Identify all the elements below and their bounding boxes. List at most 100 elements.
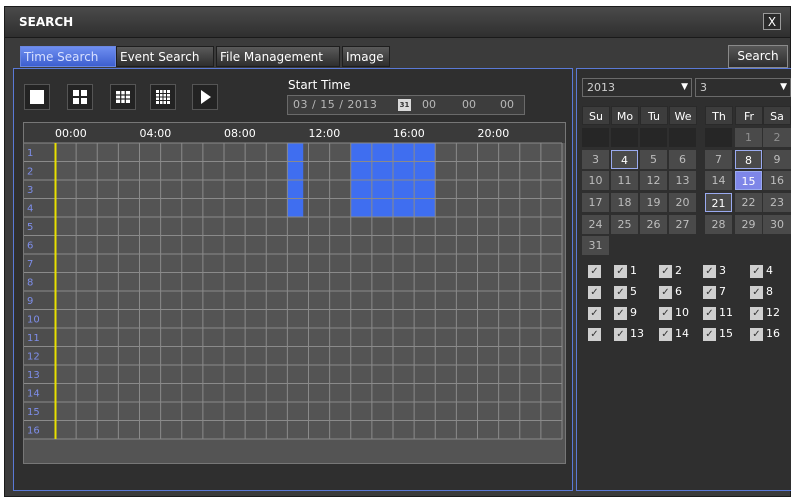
search-button[interactable]: Search xyxy=(728,45,788,68)
nine-view-button[interactable] xyxy=(110,84,136,110)
tab-image[interactable]: Image xyxy=(342,46,390,67)
channel-checkbox[interactable]: ✓ 4 xyxy=(750,263,773,279)
calendar-day[interactable]: 19 xyxy=(640,193,667,212)
timeline-grid[interactable]: 1234567891011121314151600:00 04:00 08:00 12… xyxy=(24,123,565,463)
calendar-day[interactable]: 17 xyxy=(582,193,609,212)
checkmark-icon: ✓ xyxy=(588,306,601,320)
channel-checkbox[interactable]: ✓ 10 xyxy=(659,305,689,321)
channel-checkbox[interactable]: ✓ 11 xyxy=(703,305,733,321)
calendar-day[interactable]: 2 xyxy=(763,128,791,147)
channel-label: 5 xyxy=(27,222,33,233)
calendar-day[interactable]: 1 xyxy=(735,128,762,147)
channel-row-checkbox[interactable]: ✓ xyxy=(588,305,604,321)
calendar-day[interactable]: 27 xyxy=(669,215,696,234)
single-view-button[interactable] xyxy=(24,84,50,110)
time-axis-label: 16:00 xyxy=(393,127,425,140)
channel-checkbox[interactable]: ✓ 16 xyxy=(750,326,780,342)
checkmark-icon: ✓ xyxy=(614,306,627,320)
sixteen-view-button[interactable] xyxy=(150,84,176,110)
calendar-icon[interactable]: 31 xyxy=(398,99,411,111)
checkmark-icon: ✓ xyxy=(659,327,672,341)
calendar-day[interactable]: 5 xyxy=(640,150,667,169)
start-time-field[interactable]: 03 / 15 / 2013 31 00 00 00 xyxy=(287,95,525,115)
calendar-day[interactable]: 12 xyxy=(640,171,667,190)
channel-checkbox[interactable]: ✓ 7 xyxy=(703,284,726,300)
channel-checkbox[interactable]: ✓ 3 xyxy=(703,263,726,279)
calendar-day[interactable]: 30 xyxy=(763,215,791,234)
calendar-day[interactable]: 3 xyxy=(582,150,609,169)
tab-event-search[interactable]: Event Search xyxy=(116,46,214,67)
start-minute-value[interactable]: 00 xyxy=(462,96,476,114)
calendar-empty-cell xyxy=(640,128,667,147)
calendar-day[interactable]: 20 xyxy=(669,193,696,212)
channel-row-checkbox[interactable]: ✓ xyxy=(588,326,604,342)
calendar-day[interactable]: 21 xyxy=(705,193,732,212)
channel-checkbox[interactable]: ✓ 8 xyxy=(750,284,773,300)
channel-checkbox[interactable]: ✓ 15 xyxy=(703,326,733,342)
calendar-day[interactable]: 25 xyxy=(611,215,638,234)
month-select[interactable]: 3 ▼ xyxy=(695,78,791,97)
channel-checkbox[interactable]: ✓ 9 xyxy=(614,305,637,321)
channel-checkbox[interactable]: ✓ 6 xyxy=(659,284,682,300)
calendar-day[interactable]: 16 xyxy=(763,171,791,190)
weekday-header: We xyxy=(669,106,697,125)
calendar-day[interactable]: 4 xyxy=(611,150,638,169)
calendar-day[interactable]: 31 xyxy=(582,236,609,255)
calendar-day[interactable]: 29 xyxy=(735,215,762,234)
checkmark-icon: ✓ xyxy=(703,285,716,299)
calendar-day[interactable]: 26 xyxy=(640,215,667,234)
calendar-day[interactable]: 23 xyxy=(763,193,791,212)
recording-timeline[interactable]: 1 2 3 4 5 6 7 8 9 10 11 12 13 14 15 16 00:00 04:00 08:00 12… xyxy=(23,122,566,464)
tab-time-search[interactable]: Time Search xyxy=(20,46,116,67)
play-button[interactable] xyxy=(192,84,218,110)
year-select[interactable]: 2013 ▼ xyxy=(582,78,692,97)
channel-checkbox[interactable]: ✓ 12 xyxy=(750,305,780,321)
calendar-day[interactable]: 18 xyxy=(611,193,638,212)
channel-checkbox-label: 9 xyxy=(630,306,637,319)
checkmark-icon: ✓ xyxy=(588,264,601,278)
calendar-day[interactable]: 14 xyxy=(705,171,732,190)
calendar-day[interactable]: 6 xyxy=(669,150,696,169)
weekday-header: Su xyxy=(582,106,610,125)
start-second-value[interactable]: 00 xyxy=(500,96,514,114)
checkmark-icon: ✓ xyxy=(614,327,627,341)
channel-label: 4 xyxy=(27,204,33,215)
calendar-day[interactable]: 28 xyxy=(705,215,732,234)
start-time-label: Start Time xyxy=(288,78,351,92)
channel-checkbox-label: 16 xyxy=(766,327,780,340)
checkmark-icon: ✓ xyxy=(750,327,763,341)
calendar-day[interactable]: 8 xyxy=(735,150,762,169)
start-date-value[interactable]: 03 / 15 / 2013 xyxy=(293,96,377,114)
quad-view-button[interactable] xyxy=(67,84,93,110)
channel-checkbox-label: 11 xyxy=(719,306,733,319)
channel-checkbox[interactable]: ✓ 1 xyxy=(614,263,637,279)
calendar-day[interactable]: 13 xyxy=(669,171,696,190)
channel-checkbox[interactable]: ✓ 5 xyxy=(614,284,637,300)
calendar-day[interactable]: 11 xyxy=(611,171,638,190)
calendar-day[interactable]: 24 xyxy=(582,215,609,234)
channel-checkbox[interactable]: ✓ 14 xyxy=(659,326,689,342)
calendar-day[interactable]: 22 xyxy=(735,193,762,212)
calendar-day[interactable]: 15 xyxy=(735,171,762,190)
tab-file-management[interactable]: File Management xyxy=(216,46,340,67)
close-button[interactable]: X xyxy=(763,13,781,30)
channel-checkbox[interactable]: ✓ 13 xyxy=(614,326,644,342)
time-axis-label: 08:00 xyxy=(224,127,256,140)
checkmark-icon: ✓ xyxy=(659,264,672,278)
calendar-day[interactable]: 10 xyxy=(582,171,609,190)
time-axis-label: 00:00 xyxy=(55,127,87,140)
play-icon xyxy=(201,90,211,104)
calendar-day[interactable]: 7 xyxy=(705,150,732,169)
weekday-header: Th xyxy=(705,106,733,125)
checkmark-icon: ✓ xyxy=(588,327,601,341)
channel-label: 16 xyxy=(27,426,40,437)
time-axis-label: 12:00 xyxy=(309,127,341,140)
checkmark-icon: ✓ xyxy=(703,327,716,341)
channel-checkbox[interactable]: ✓ 2 xyxy=(659,263,682,279)
channel-row-checkbox[interactable]: ✓ xyxy=(588,284,604,300)
start-hour-value[interactable]: 00 xyxy=(422,96,436,114)
calendar-day[interactable]: 9 xyxy=(763,150,791,169)
channel-label: 13 xyxy=(27,370,40,381)
channel-row-checkbox[interactable]: ✓ xyxy=(588,263,604,279)
year-value: 2013 xyxy=(587,81,615,94)
